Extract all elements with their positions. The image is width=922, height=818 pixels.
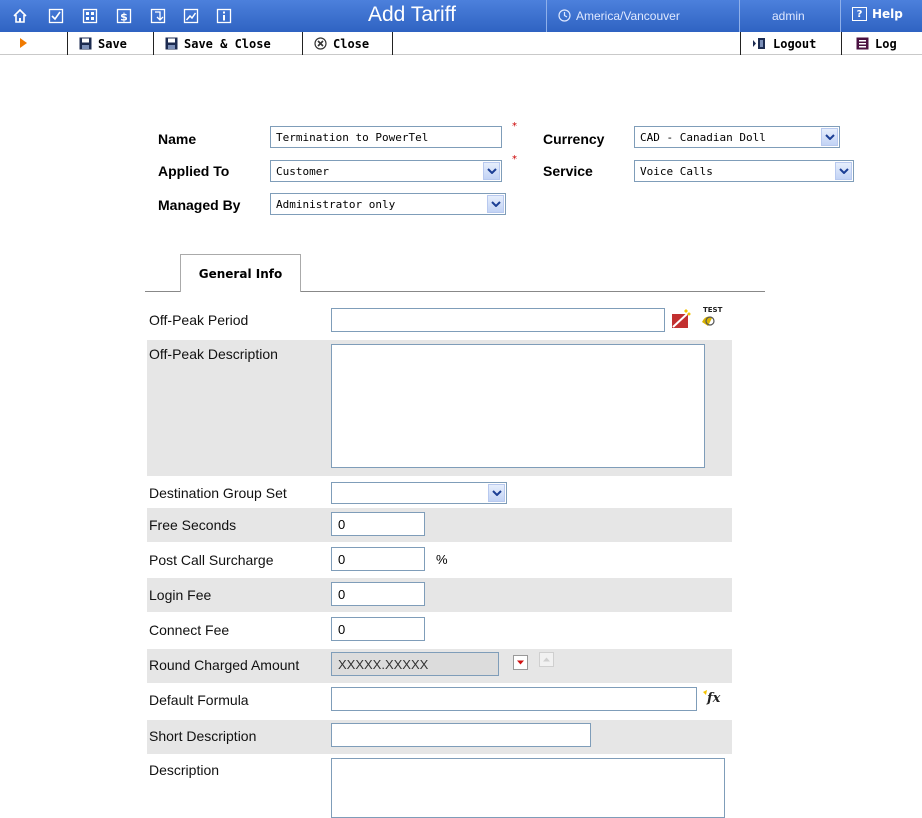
toolbar-divider [740, 32, 741, 55]
toolbar-divider [392, 32, 393, 55]
decrease-precision-icon[interactable] [513, 655, 528, 673]
post-call-surcharge-label: Post Call Surcharge [149, 552, 274, 568]
log-button[interactable]: Log [856, 32, 897, 55]
chevron-down-icon [488, 484, 505, 502]
export-icon[interactable] [149, 7, 167, 25]
connect-fee-input[interactable]: 0 [331, 617, 425, 641]
header-divider [840, 0, 841, 32]
close-button[interactable]: Close [314, 32, 369, 55]
name-label: Name [158, 131, 197, 147]
toolbar: Save Save & Close Close Logout Log [0, 32, 922, 78]
tab-general-info[interactable]: General Info [180, 254, 301, 292]
dollar-icon[interactable]: $ [115, 7, 133, 25]
logout-label: Logout [773, 36, 817, 51]
row-background [147, 578, 732, 612]
test-icon[interactable]: TEST [698, 306, 724, 330]
free-seconds-label: Free Seconds [149, 517, 237, 533]
round-charged-amount-input[interactable]: XXXXX.XXXXX [331, 652, 499, 676]
page-title: Add Tariff [368, 3, 456, 26]
off-peak-description-textarea[interactable] [331, 344, 705, 468]
short-description-label: Short Description [149, 728, 257, 744]
info-icon[interactable] [215, 7, 233, 25]
wizard-icon[interactable] [670, 308, 692, 333]
description-label: Description [149, 762, 220, 778]
default-formula-input[interactable] [331, 687, 697, 711]
clock-icon [558, 9, 571, 25]
destination-group-set-label: Destination Group Set [149, 485, 287, 501]
applied-to-select[interactable]: Customer [270, 160, 502, 182]
close-icon [314, 37, 327, 50]
save-button[interactable]: Save [79, 32, 127, 55]
log-icon [856, 37, 869, 50]
logout-icon [753, 38, 765, 49]
off-peak-period-label: Off-Peak Period [149, 312, 249, 328]
toolbar-divider [67, 32, 68, 55]
currency-select[interactable]: CAD - Canadian Doll [634, 126, 840, 148]
close-label: Close [333, 36, 370, 51]
chevron-down-icon [487, 195, 504, 213]
off-peak-period-input[interactable] [331, 308, 665, 332]
top-header-bar: $ Add Tariff America/Vancouver admin ? H… [0, 0, 922, 32]
header-divider [739, 0, 740, 32]
destination-group-set-select[interactable] [331, 482, 507, 504]
save-icon [79, 37, 92, 50]
header-divider [546, 0, 547, 32]
required-mark: * [512, 121, 517, 132]
timezone-link[interactable]: America/Vancouver [576, 9, 680, 23]
currency-label: Currency [543, 131, 605, 147]
grid-icon[interactable] [81, 7, 99, 25]
save-label: Save [98, 36, 127, 51]
description-textarea[interactable] [331, 758, 725, 818]
toolbar-divider [153, 32, 154, 55]
save-close-icon [165, 37, 178, 50]
chevron-down-icon [483, 162, 500, 180]
managed-by-label: Managed By [158, 197, 241, 213]
current-user: admin [772, 9, 805, 23]
login-fee-label: Login Fee [149, 587, 212, 603]
toolbar-row: Save Save & Close Close Logout Log [0, 32, 922, 55]
home-icon[interactable] [11, 7, 29, 25]
save-close-label: Save & Close [184, 36, 271, 51]
increase-precision-icon[interactable] [539, 652, 554, 670]
svg-text:$: $ [120, 11, 128, 24]
chevron-down-icon [821, 128, 838, 146]
currency-value: CAD - Canadian Doll [640, 130, 766, 144]
applied-to-value: Customer [276, 164, 329, 178]
post-call-surcharge-input[interactable]: 0 [331, 547, 425, 571]
managed-by-value: Administrator only [276, 197, 396, 211]
formula-icon-label: fx [707, 691, 721, 706]
service-value: Voice Calls [640, 164, 713, 178]
default-formula-label: Default Formula [149, 692, 249, 708]
free-seconds-input[interactable]: 0 [331, 512, 425, 536]
off-peak-description-label: Off-Peak Description [149, 346, 278, 362]
chart-icon[interactable] [182, 7, 200, 25]
percent-unit: % [436, 552, 448, 567]
toolbar-divider [841, 32, 842, 55]
short-description-input[interactable] [331, 723, 591, 747]
toolbar-divider [302, 32, 303, 55]
checklist-icon[interactable] [47, 7, 65, 25]
name-input[interactable]: Termination to PowerTel [270, 126, 502, 148]
login-fee-input[interactable]: 0 [331, 582, 425, 606]
round-charged-amount-label: Round Charged Amount [149, 657, 300, 673]
chevron-down-icon [835, 162, 852, 180]
service-label: Service [543, 163, 593, 179]
expand-arrow-icon[interactable] [20, 38, 27, 48]
service-select[interactable]: Voice Calls [634, 160, 854, 182]
applied-to-label: Applied To [158, 163, 230, 179]
log-label: Log [875, 36, 897, 51]
help-button[interactable]: ? Help [852, 7, 903, 21]
managed-by-select[interactable]: Administrator only [270, 193, 506, 215]
connect-fee-label: Connect Fee [149, 622, 230, 638]
help-icon: ? [852, 7, 867, 21]
save-and-close-button[interactable]: Save & Close [165, 32, 271, 55]
help-label: Help [872, 7, 903, 21]
formula-editor-icon[interactable]: fx [701, 688, 723, 710]
test-label: TEST [703, 306, 723, 314]
required-mark: * [512, 154, 517, 165]
logout-button[interactable]: Logout [752, 32, 816, 55]
